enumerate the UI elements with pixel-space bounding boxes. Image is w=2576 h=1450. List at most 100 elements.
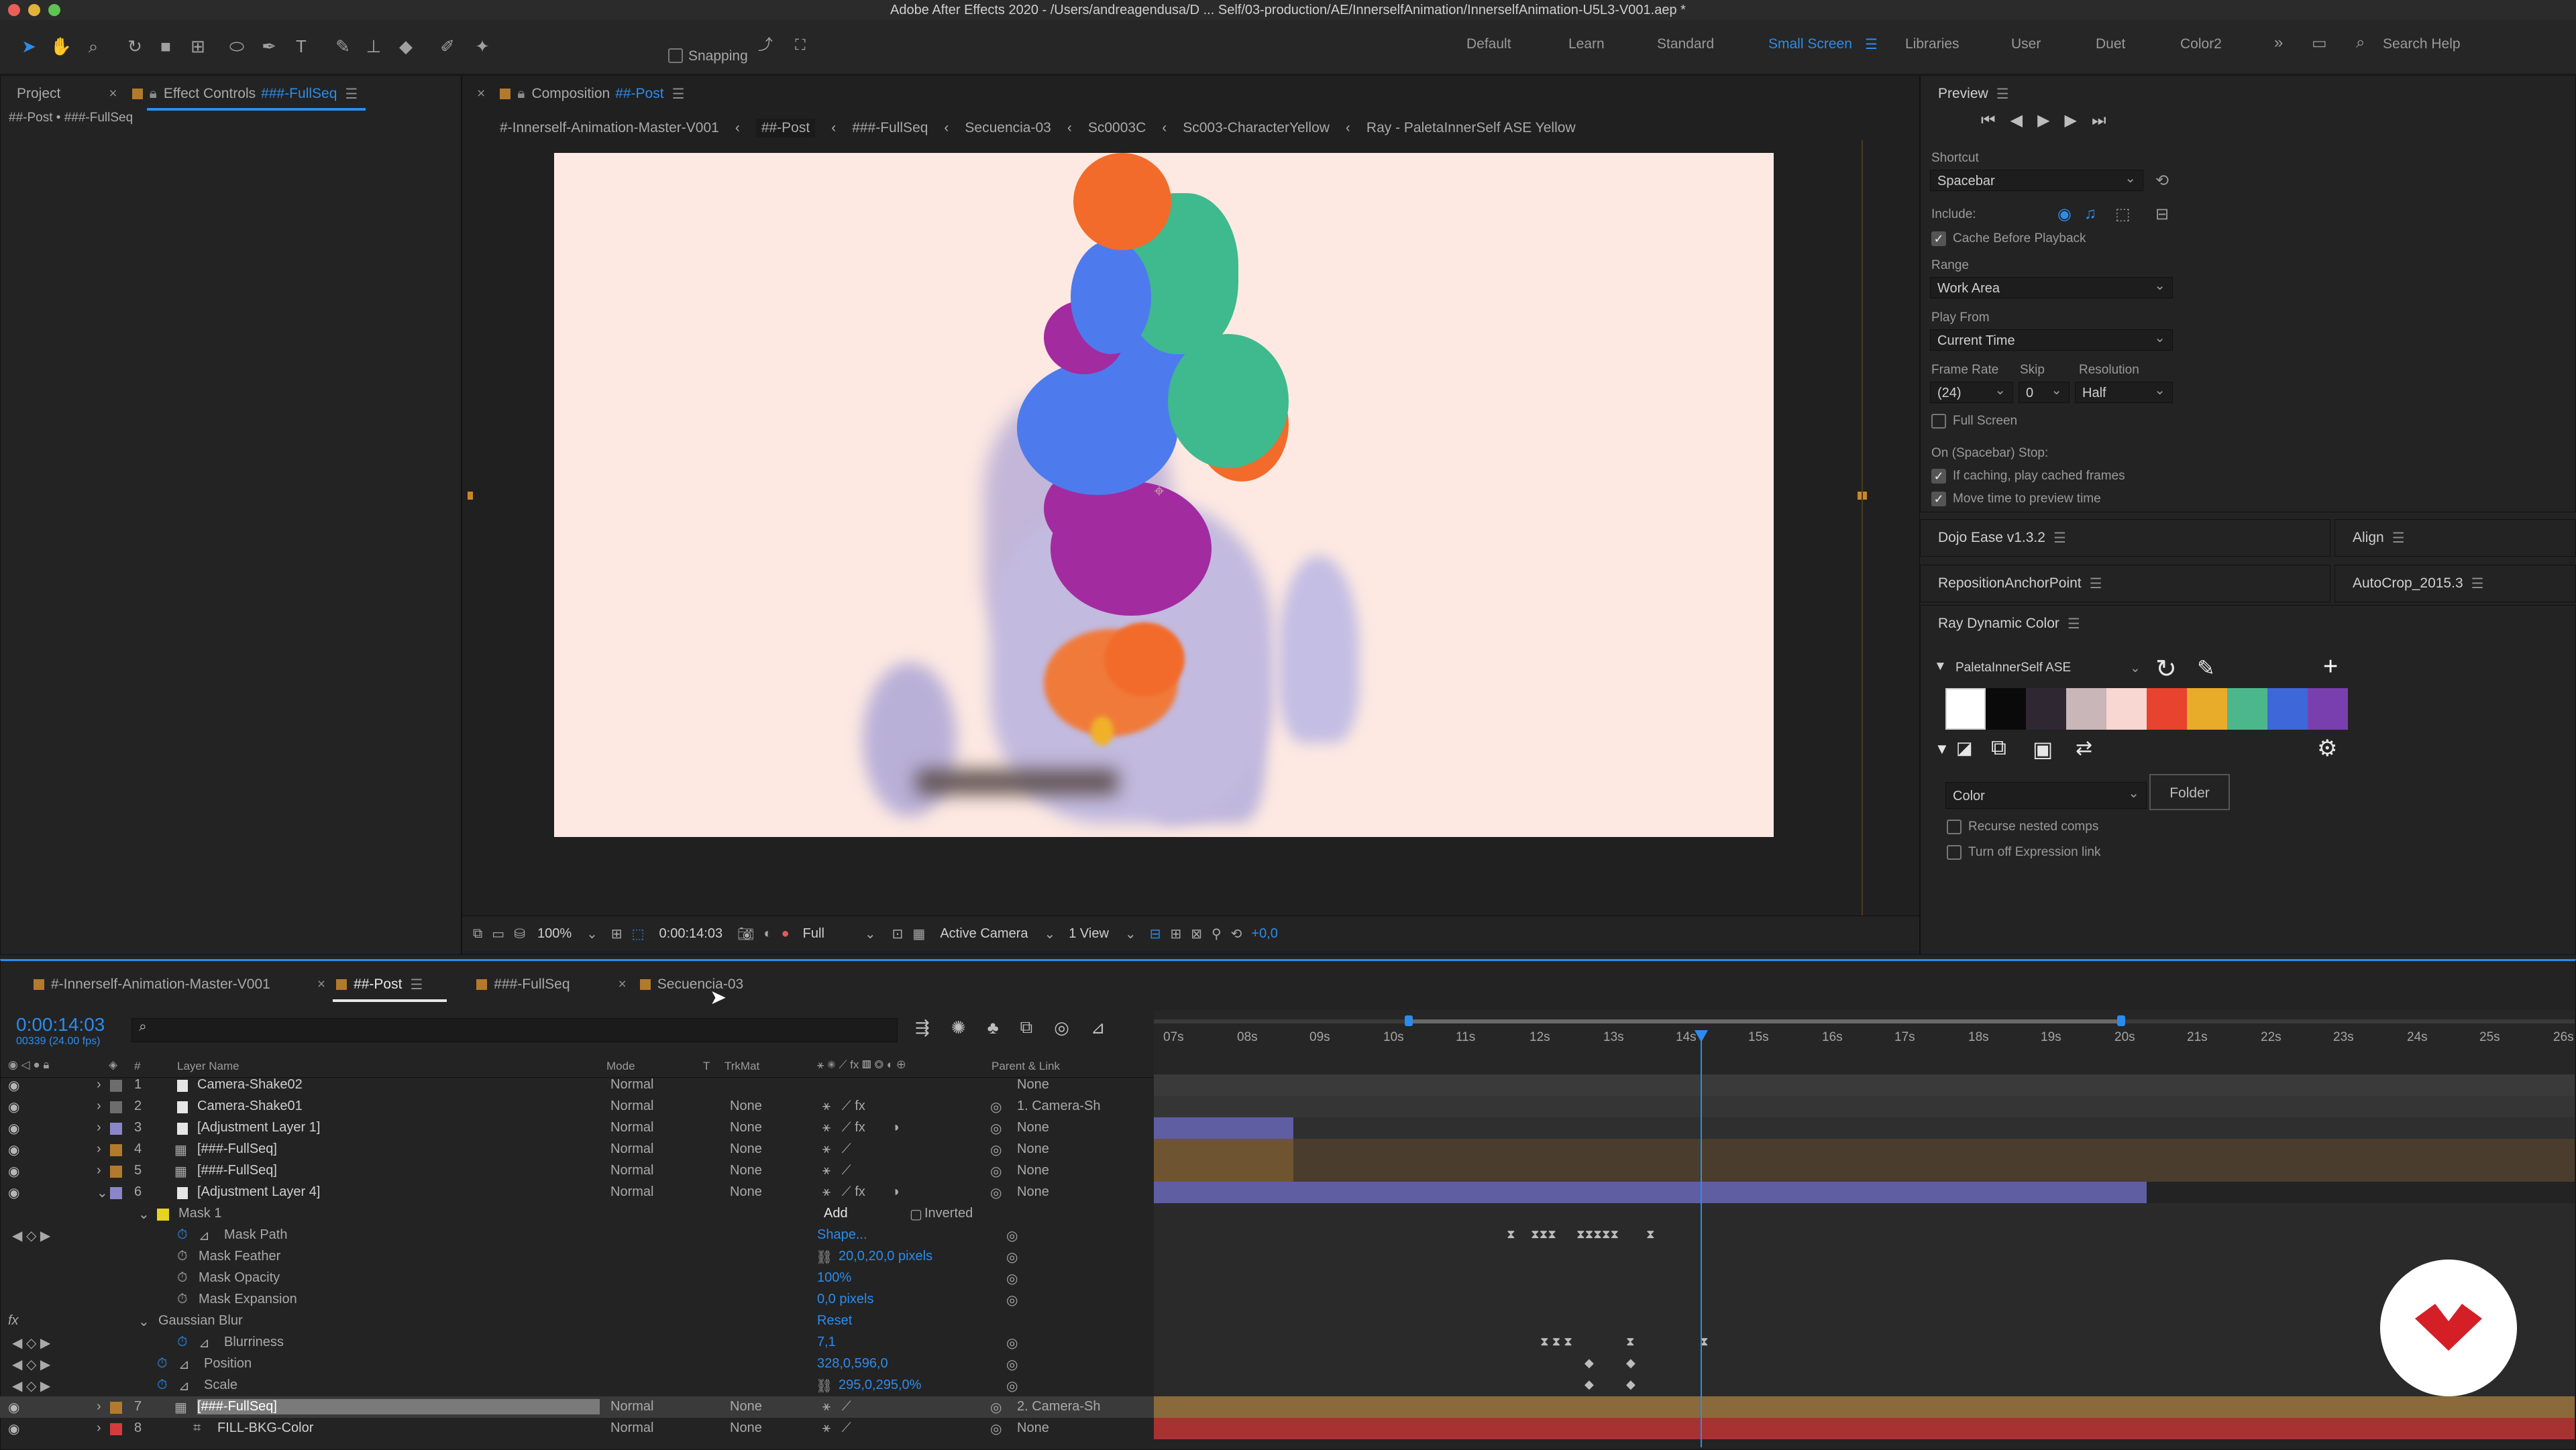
workspace-standard[interactable]: Standard — [1657, 36, 1714, 52]
minimize-window-button[interactable] — [28, 4, 40, 16]
layer-bar[interactable] — [1154, 1139, 2575, 1160]
layer-label-color[interactable] — [110, 1080, 122, 1092]
workspace-menu-icon[interactable]: ☰ — [1865, 36, 1878, 53]
panel-menu-icon[interactable]: ☰ — [2068, 616, 2080, 632]
ellipse-tool-icon[interactable]: ⬭ — [225, 35, 248, 58]
clone-stamp-tool-icon[interactable]: ⊥ — [362, 35, 385, 58]
collapse-arrow-icon[interactable]: ⌄ — [97, 1184, 108, 1201]
stopwatch-icon[interactable]: ⏱ — [177, 1227, 188, 1243]
trkmat-select[interactable]: None — [730, 1399, 762, 1414]
trkmat-select[interactable]: None — [730, 1184, 762, 1200]
layer-row-3[interactable]: ◉ › 3 [Adjustment Layer 1] Normal None ⚹… — [0, 1117, 1154, 1139]
region-of-interest-icon[interactable]: ⬚ — [632, 926, 645, 942]
trkmat-select[interactable]: None — [730, 1099, 762, 1114]
mask-mode-select[interactable]: Add — [824, 1206, 848, 1221]
trkmat-select[interactable]: None — [730, 1141, 762, 1157]
property-value[interactable]: 7,1 — [817, 1335, 836, 1350]
add-color-icon[interactable]: + — [2323, 653, 2338, 681]
parent-select[interactable]: None — [1017, 1184, 1049, 1200]
panel-menu-icon[interactable]: ☰ — [2053, 530, 2066, 547]
layer-switches[interactable]: ⚹ ⟋ — [822, 1420, 851, 1436]
recurse-nested-comps-checkbox[interactable] — [1947, 820, 1962, 834]
mask-color-swatch[interactable] — [157, 1209, 169, 1221]
keyframe-icon[interactable]: ⧗ — [1646, 1227, 1655, 1241]
pickwhip-icon[interactable]: ◎ — [990, 1141, 1002, 1158]
property-value[interactable]: 295,0,295,0% — [839, 1378, 921, 1393]
layer-switches[interactable]: ⚹ ⟋ — [822, 1399, 851, 1414]
tab-effect-controls[interactable]: Effect Controls — [164, 86, 256, 102]
gear-icon[interactable]: ⚙ — [2317, 735, 2337, 762]
layer-switches[interactable]: ⚹ ⟋ — [822, 1141, 851, 1157]
layer-name[interactable]: [###-FullSeq] — [197, 1141, 277, 1157]
property-value[interactable]: 328,0,596,0 — [817, 1356, 888, 1372]
work-area-start-handle[interactable] — [1405, 1015, 1413, 1026]
palette-name-select[interactable]: PaletaInnerSelf ASE — [1955, 661, 2071, 675]
layer-bar[interactable] — [1154, 1096, 2575, 1117]
swatch-3[interactable] — [2026, 688, 2066, 730]
mask-row[interactable]: ⌄ Mask 1 Add ▢ Inverted — [0, 1203, 1154, 1225]
include-layer-controls-icon[interactable]: ⊟ — [2155, 205, 2169, 224]
selection-tool-icon[interactable]: ➤ — [17, 35, 40, 58]
swatch-2[interactable] — [1986, 688, 2026, 730]
mask-name[interactable]: Mask 1 — [178, 1206, 221, 1221]
pixel-aspect-icon[interactable]: ⊟ — [1150, 926, 1161, 942]
breadcrumb-item[interactable]: Sc003-CharacterYellow — [1183, 120, 1330, 136]
hand-tool-icon[interactable]: ✋ — [50, 35, 72, 58]
lock-icon[interactable]: 🔒︎ — [150, 86, 157, 102]
snap-option-icon[interactable]: ⤴ — [754, 34, 777, 56]
layer-bar[interactable] — [1154, 1139, 1293, 1160]
layer-name[interactable]: FILL-BKG-Color — [217, 1420, 313, 1436]
if-caching-checkbox[interactable]: ✓ — [1931, 469, 1946, 484]
layer-bar[interactable] — [1154, 1182, 2147, 1203]
keyframe-navigator-icon[interactable]: ◀ ◇ ▶ — [12, 1356, 50, 1373]
panel-menu-icon[interactable]: ☰ — [2090, 575, 2102, 592]
snapshot-icon[interactable]: 📷︎ — [737, 926, 754, 942]
work-area-bar[interactable] — [1409, 1019, 2121, 1023]
zoom-tool-icon[interactable]: ⌕ — [82, 35, 105, 58]
keyframe-icon[interactable]: ◆ — [1585, 1356, 1594, 1370]
stopwatch-icon[interactable]: ⏱ — [177, 1292, 188, 1307]
layer-row-7[interactable]: ◉ › 7 ▦ [###-FullSeq] Normal None ⚹ ⟋ ◎ … — [0, 1396, 1154, 1418]
move-time-checkbox[interactable]: ✓ — [1931, 492, 1946, 506]
tab-preview[interactable]: Preview — [1938, 86, 1988, 102]
frame-blending-icon[interactable]: ⧉ — [1020, 1017, 1033, 1038]
close-tab-icon[interactable]: × — [477, 86, 485, 102]
tab-post-comp[interactable]: ##-Post — [354, 977, 402, 993]
panel-menu-icon[interactable]: ☰ — [2471, 575, 2484, 592]
stopwatch-icon[interactable]: ⏱ — [157, 1356, 168, 1372]
chevron-down-icon[interactable]: ⌄ — [865, 926, 876, 942]
current-time-display[interactable]: 0:00:14:03 — [659, 926, 723, 942]
pickwhip-icon[interactable]: ◎ — [990, 1420, 1002, 1437]
eye-icon[interactable]: ◉ — [8, 1141, 19, 1158]
property-value[interactable]: 0,0 pixels — [817, 1292, 874, 1307]
expand-arrow-icon[interactable]: › — [97, 1120, 101, 1135]
breadcrumb-item[interactable]: Secuencia-03 — [965, 120, 1051, 136]
draft-3d-icon[interactable]: ✺ — [951, 1017, 966, 1038]
chevron-down-icon[interactable]: ⌄ — [2130, 661, 2141, 676]
shortcut-select[interactable]: Spacebar — [1930, 168, 2143, 191]
first-frame-icon[interactable]: ⏮ — [1981, 111, 1996, 130]
frame-rate-select[interactable]: (24) — [1930, 380, 2013, 403]
workspace-default[interactable]: Default — [1466, 36, 1511, 52]
layer-label-color[interactable] — [110, 1187, 122, 1199]
close-window-button[interactable] — [8, 4, 20, 16]
color-channels-icon[interactable]: ● — [782, 926, 790, 942]
layer-bar[interactable] — [1154, 1160, 2575, 1182]
trkmat-select[interactable]: None — [730, 1120, 762, 1135]
tab-secuencia-comp[interactable]: Secuencia-03 — [657, 977, 743, 993]
timeline-icon[interactable]: ⊠ — [1191, 926, 1202, 942]
keyframe-icon[interactable]: ⧗ ⧗ ⧗ — [1540, 1335, 1572, 1349]
trkmat-select[interactable]: None — [730, 1420, 762, 1436]
parent-select[interactable]: None — [1017, 1420, 1049, 1436]
work-area-end-handle[interactable] — [2117, 1015, 2125, 1026]
tab-align[interactable]: Align — [2353, 530, 2384, 546]
layer-bar[interactable] — [1154, 1074, 2575, 1096]
breadcrumb-item[interactable]: Sc0003C — [1088, 120, 1146, 136]
flowchart-icon[interactable]: ⚲ — [1212, 926, 1222, 942]
tab-autocrop[interactable]: AutoCrop_2015.3 — [2353, 575, 2463, 592]
include-video-icon[interactable]: ◉ — [2057, 205, 2072, 224]
layer-mode-select[interactable]: Normal — [610, 1163, 653, 1178]
tab-reposition-anchor-point[interactable]: RepositionAnchorPoint — [1938, 575, 2082, 592]
breadcrumb-item[interactable]: ###-FullSeq — [852, 120, 928, 136]
camera-select[interactable]: Active Camera — [940, 926, 1028, 942]
